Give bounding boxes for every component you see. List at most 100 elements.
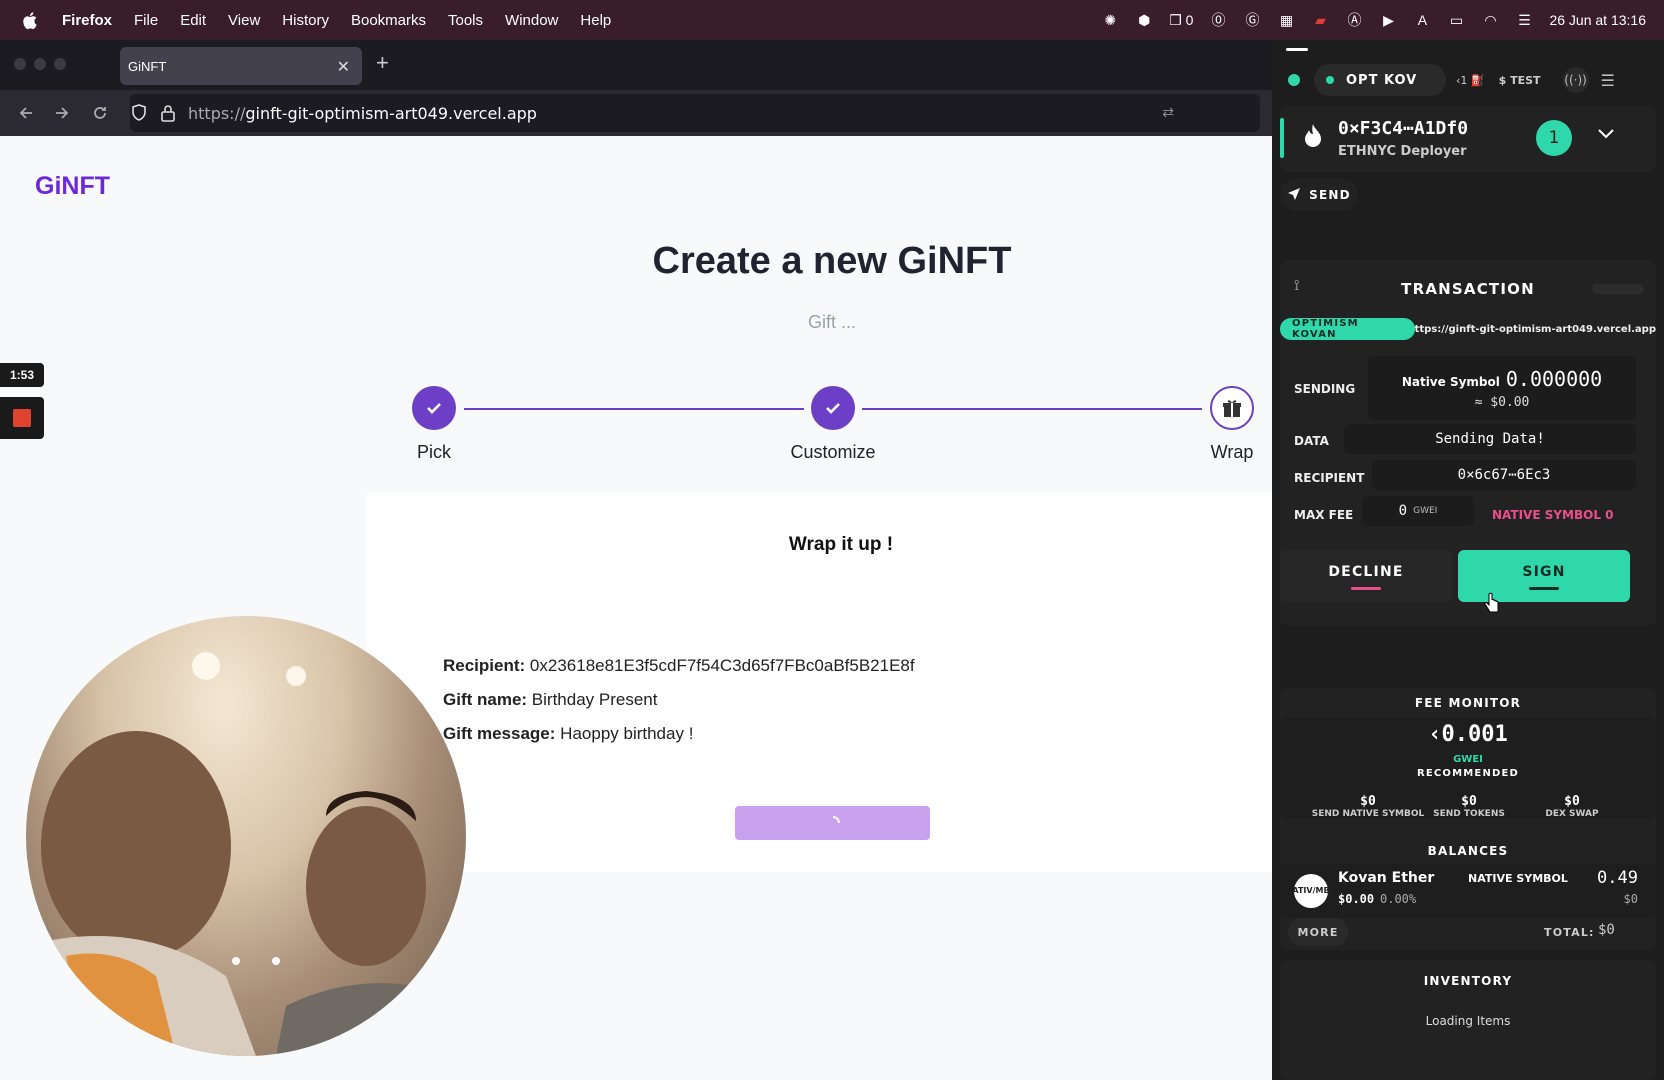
- sending-usd: ≈ $0.00: [1474, 394, 1530, 410]
- stepper-line-2: [862, 408, 1202, 410]
- keyboard-icon[interactable]: ▦: [1277, 11, 1295, 29]
- header-toggle[interactable]: [1592, 284, 1644, 294]
- screen-record-icon[interactable]: ▰: [1311, 11, 1329, 29]
- sending-label: SENDING: [1294, 382, 1356, 396]
- chevron-down-icon[interactable]: [1596, 126, 1616, 145]
- input-source-icon[interactable]: A: [1413, 11, 1431, 29]
- menu-window[interactable]: Window: [505, 12, 558, 29]
- forward-icon[interactable]: [50, 101, 74, 125]
- account-address: 0×F3C4⋯A1Df0: [1338, 118, 1469, 139]
- total-value: $0: [1598, 922, 1615, 938]
- password-icon[interactable]: ⓪: [1209, 11, 1227, 29]
- url-host: ginft-git-optimism-art049.vercel.app: [245, 104, 537, 123]
- site-logo[interactable]: GiNFT: [35, 172, 110, 201]
- tracking-shield-icon[interactable]: [130, 103, 148, 128]
- menu-view[interactable]: View: [228, 12, 260, 29]
- control-center-icon[interactable]: ☰: [1515, 11, 1533, 29]
- nav-bar: https://ginft-git-optimism-art049.vercel…: [0, 90, 1272, 136]
- window-close-dot[interactable]: [14, 58, 26, 70]
- token-symbol: NATIVE SYMBOL: [1468, 872, 1568, 885]
- wrap-card: Wrap it up ! Recipient: 0x23618e81E3f5cd…: [366, 492, 1272, 872]
- lock-icon[interactable]: [160, 103, 176, 128]
- menu-tools[interactable]: Tools: [448, 12, 483, 29]
- step-customize-circle[interactable]: [811, 386, 855, 430]
- wrap-submit-button[interactable]: [735, 806, 930, 840]
- more-button[interactable]: MORE: [1288, 918, 1348, 946]
- tab-close-icon[interactable]: ✕: [337, 57, 350, 77]
- tab-bar: GiNFT ✕ +: [0, 40, 1272, 90]
- reload-icon[interactable]: [88, 101, 112, 125]
- browser-tab[interactable]: GiNFT ✕: [120, 47, 362, 85]
- currency-selector[interactable]: $ TEST: [1499, 74, 1541, 87]
- gas-indicator-value: ‹1: [1456, 73, 1468, 87]
- fee-stat-label: SEND NATIVE SYMBOL: [1311, 809, 1425, 819]
- window-zoom-dot[interactable]: [54, 58, 66, 70]
- menubar-datetime[interactable]: 26 Jun at 13:16: [1549, 12, 1646, 28]
- transaction-panel: ⟟ TRANSACTION OPTIMISM KOVAN ttps://ginf…: [1280, 260, 1656, 626]
- step-pick-label: Pick: [416, 442, 451, 462]
- fee-stat-label: DEX SWAP: [1545, 809, 1599, 819]
- token-row[interactable]: ATIV/MB Kovan Ether $0.00 0.00% NATIVE S…: [1280, 864, 1656, 918]
- battery-icon[interactable]: ▭: [1447, 11, 1465, 29]
- check-icon: [826, 403, 840, 414]
- menu-help[interactable]: Help: [580, 12, 611, 29]
- stop-recording-button[interactable]: [0, 397, 44, 439]
- data-field[interactable]: Sending Data!: [1344, 424, 1636, 454]
- gift-message-value: Haoppy birthday !: [560, 724, 694, 743]
- fee-stat-dex-swap: $0 DEX SWAP: [1522, 794, 1622, 819]
- token-icon: ATIV/MB: [1292, 874, 1330, 908]
- settings-sliders-icon[interactable]: ☰: [1601, 71, 1615, 90]
- apple-icon[interactable]: [20, 10, 40, 30]
- account-badge[interactable]: 1: [1536, 120, 1572, 156]
- sign-label: SIGN: [1522, 564, 1566, 580]
- grammarly-icon[interactable]: Ⓖ: [1243, 11, 1261, 29]
- tray-count: 0: [1185, 12, 1194, 28]
- clipboard-icon[interactable]: ❐ 0: [1169, 11, 1193, 29]
- step-pick-circle[interactable]: [412, 386, 456, 430]
- flame-icon: [1302, 122, 1324, 154]
- window-minimize-dot[interactable]: [34, 58, 46, 70]
- network-dot: [1326, 76, 1334, 84]
- maxfee-value: 0: [1398, 503, 1408, 519]
- paper-plane-icon: [1287, 186, 1301, 205]
- gift-message-line: Gift message: Haoppy birthday !: [443, 724, 693, 744]
- chain-badge: OPTIMISM KOVAN: [1280, 318, 1415, 340]
- back-icon[interactable]: [14, 101, 38, 125]
- network-selector[interactable]: OPT KOV: [1314, 64, 1446, 96]
- play-icon[interactable]: ▶: [1379, 11, 1397, 29]
- sign-underline: [1529, 587, 1559, 590]
- fee-stat-send-tokens: $0 SEND TOKENS: [1424, 794, 1514, 819]
- wallet-extension-panel: OPT KOV ‹1 ⛽ $ TEST ((·)) ☰ 0×F3C4⋯A1Df0…: [1272, 40, 1664, 1080]
- menu-file[interactable]: File: [134, 12, 158, 29]
- text-app-icon[interactable]: Ⓐ: [1345, 11, 1363, 29]
- menu-bookmarks[interactable]: Bookmarks: [351, 12, 426, 29]
- sending-amount: 0.000000: [1505, 366, 1603, 391]
- decline-button[interactable]: DECLINE: [1280, 550, 1452, 602]
- fee-stat-value: $0: [1461, 794, 1477, 809]
- recipient-field[interactable]: 0×6c67⋯6Ec3: [1372, 460, 1636, 490]
- send-button[interactable]: SEND: [1280, 179, 1358, 211]
- broadcast-icon[interactable]: ((·)): [1562, 67, 1589, 93]
- menu-edit[interactable]: Edit: [180, 12, 206, 29]
- inventory-panel: INVENTORY Loading Items: [1280, 960, 1656, 1080]
- gas-indicator[interactable]: ‹1 ⛽: [1456, 74, 1485, 87]
- page-subtitle: Gift ...: [807, 312, 856, 332]
- maxfee-input[interactable]: 0 GWEI: [1362, 496, 1474, 526]
- check-icon: [427, 403, 441, 414]
- account-card[interactable]: 0×F3C4⋯A1Df0 ETHNYC Deployer 1: [1280, 106, 1656, 172]
- url-prefix: https://: [188, 104, 246, 123]
- menu-history[interactable]: History: [282, 12, 329, 29]
- new-tab-icon[interactable]: +: [376, 50, 389, 76]
- wifi-icon[interactable]: ◠: [1481, 11, 1499, 29]
- step-wrap-circle[interactable]: [1210, 386, 1254, 430]
- inventory-title: INVENTORY: [1423, 974, 1513, 988]
- shield-app-icon[interactable]: ⬢: [1135, 11, 1153, 29]
- recipient-address: 0×6c67⋯6Ec3: [1457, 467, 1551, 483]
- panel-drag-handle[interactable]: [1286, 48, 1308, 51]
- brightness-icon[interactable]: ✺: [1101, 11, 1119, 29]
- url-bar[interactable]: https://ginft-git-optimism-art049.vercel…: [130, 94, 1260, 132]
- menubar-app-name[interactable]: Firefox: [62, 12, 112, 29]
- translate-icon[interactable]: ⇄: [1162, 104, 1174, 121]
- token-name: Kovan Ether: [1338, 870, 1435, 886]
- loading-spinner-icon: [832, 816, 840, 824]
